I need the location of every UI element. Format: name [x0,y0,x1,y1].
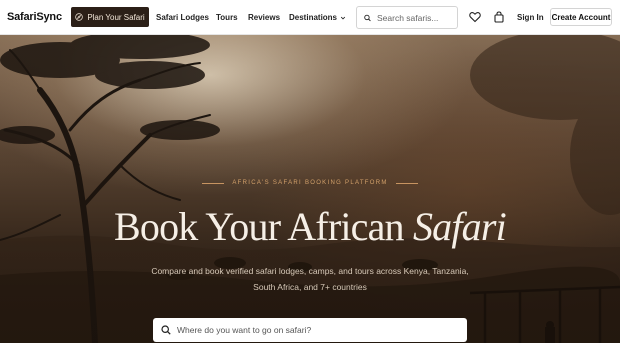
hero-section: AFRICA'S SAFARI BOOKING PLATFORM Book Yo… [0,35,620,343]
nav-link-safari-lodges[interactable]: Safari Lodges [156,13,209,22]
header-search-input[interactable] [377,12,457,23]
nav-link-reviews[interactable]: Reviews [248,13,280,22]
create-account-button[interactable]: Create Account [550,8,612,26]
nav-link-tours[interactable]: Tours [216,13,238,22]
chevron-down-icon [340,16,346,20]
hero-headline: Book Your African Safari [0,203,620,250]
eyebrow-rule-left [202,182,225,184]
nav-link-destinations[interactable]: Destinations [289,13,346,22]
hero-subtext: Compare and book verified safari lodges,… [151,266,469,292]
heart-icon[interactable] [469,11,481,23]
top-navbar: SafariSync Plan Your Safari Safari Lodge… [0,0,620,35]
shopping-bag-icon[interactable] [493,11,505,23]
compass-icon [75,13,84,21]
plan-your-safari-label: Plan Your Safari [87,12,145,22]
hero-overlay [0,35,620,343]
hero-search-input[interactable] [177,325,457,335]
hero-eyebrow-text: AFRICA'S SAFARI BOOKING PLATFORM [232,180,388,186]
hero-headline-main: Book Your African [114,204,405,249]
sign-in-link[interactable]: Sign In [517,13,544,22]
hero-eyebrow: AFRICA'S SAFARI BOOKING PLATFORM [0,180,620,186]
search-icon [364,14,371,21]
search-icon [161,325,171,335]
plan-your-safari-button[interactable]: Plan Your Safari [71,7,149,27]
site-logo[interactable]: SafariSync [7,11,62,23]
eyebrow-rule-right [395,182,418,184]
destinations-label: Destinations [289,13,338,22]
hero-headline-italic: Safari [412,204,507,249]
header-search-box[interactable] [356,6,458,29]
hero-search-box[interactable] [153,318,467,342]
